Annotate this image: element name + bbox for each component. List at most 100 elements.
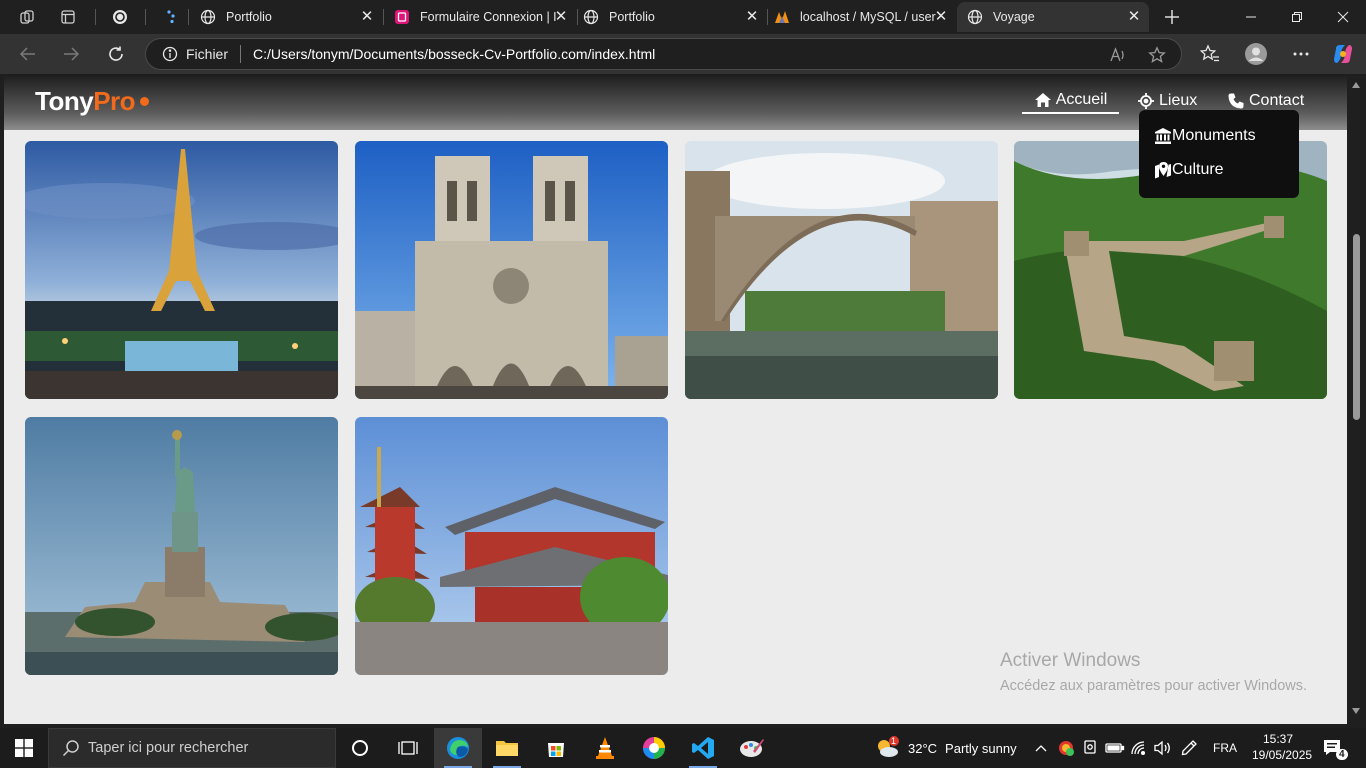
scroll-up-arrow-icon[interactable] bbox=[1352, 82, 1360, 88]
tab-actions-icon[interactable] bbox=[55, 5, 81, 29]
microsoft-store-icon[interactable] bbox=[532, 728, 580, 768]
phone-icon bbox=[1228, 93, 1244, 109]
refresh-icon[interactable] bbox=[101, 40, 131, 68]
paint-app-icon[interactable] bbox=[728, 728, 776, 768]
more-options-icon[interactable] bbox=[1286, 40, 1316, 68]
search-icon bbox=[62, 740, 79, 757]
mostar-bridge-photo[interactable] bbox=[685, 141, 998, 399]
clock-time: 15:37 bbox=[1262, 732, 1294, 746]
site-logo[interactable]: TonyPro bbox=[35, 86, 150, 117]
page-viewport: TonyPro Accueil Lieux Contact Monuments … bbox=[4, 74, 1347, 724]
favorite-star-icon[interactable] bbox=[1148, 46, 1166, 64]
clock-date: 19/05/2025 bbox=[1252, 748, 1313, 762]
close-tab-icon[interactable]: ✕ bbox=[934, 9, 948, 24]
map-marker-icon bbox=[1155, 162, 1171, 179]
windows-start-icon[interactable] bbox=[0, 728, 48, 768]
dropdown-label: Culture bbox=[1172, 161, 1224, 178]
scheme-label: Fichier bbox=[186, 46, 229, 62]
logo-dot bbox=[140, 97, 150, 106]
tab-title: Portfolio bbox=[609, 10, 655, 24]
activate-windows-watermark: Activer Windows Accédez aux paramètres p… bbox=[1000, 650, 1307, 694]
new-tab-icon[interactable] bbox=[1159, 5, 1185, 29]
security-tray-icon[interactable] bbox=[1057, 728, 1075, 768]
file-explorer-icon[interactable] bbox=[483, 728, 531, 768]
home-icon bbox=[1034, 93, 1051, 107]
edge-taskbar-icon[interactable] bbox=[434, 728, 482, 768]
close-tab-icon[interactable]: ✕ bbox=[745, 9, 759, 24]
nav-label: Lieux bbox=[1159, 92, 1198, 109]
browser-toolbar: Fichier C:/Users/tonym/Documents/bosseck… bbox=[0, 34, 1366, 74]
logo-text-pro: Pro bbox=[93, 86, 136, 116]
address-bar[interactable]: Fichier C:/Users/tonym/Documents/bosseck… bbox=[145, 38, 1182, 70]
scroll-down-arrow-icon[interactable] bbox=[1352, 708, 1360, 714]
globe-icon bbox=[200, 9, 216, 25]
chatgpt-pinned-tab-icon[interactable] bbox=[107, 5, 133, 29]
notre-dame-photo[interactable] bbox=[355, 141, 668, 399]
dropdown-label: Monuments bbox=[1172, 127, 1256, 144]
pen-icon[interactable] bbox=[1180, 728, 1198, 768]
read-aloud-icon[interactable] bbox=[1109, 46, 1127, 64]
copilot-icon[interactable] bbox=[1328, 40, 1358, 68]
forward-arrow-icon[interactable] bbox=[56, 40, 86, 68]
notifications-icon[interactable]: 4 bbox=[1323, 728, 1348, 768]
weather-temp: 32°C bbox=[908, 740, 938, 756]
page-scrollbar[interactable] bbox=[1347, 74, 1366, 724]
close-window-icon[interactable] bbox=[1320, 0, 1366, 34]
device-tray-icon[interactable] bbox=[1082, 728, 1098, 768]
volume-icon[interactable] bbox=[1153, 728, 1171, 768]
tab-portfolio-1[interactable]: Portfolio ✕ bbox=[190, 2, 382, 32]
language-indicator[interactable]: FRA bbox=[1213, 728, 1237, 768]
phpmyadmin-icon bbox=[774, 9, 790, 25]
close-tab-icon[interactable]: ✕ bbox=[360, 9, 374, 24]
tab-formulaire-connexion[interactable]: Formulaire Connexion | I ✕ bbox=[384, 2, 576, 32]
info-icon[interactable] bbox=[162, 46, 178, 62]
minimize-icon[interactable] bbox=[1228, 0, 1274, 34]
nav-accueil[interactable]: Accueil bbox=[1022, 90, 1119, 114]
color-app-icon[interactable] bbox=[630, 728, 678, 768]
pinned-site-icon[interactable] bbox=[158, 5, 184, 29]
taskbar-search-box[interactable]: Taper ici pour rechercher bbox=[48, 728, 336, 768]
watermark-subtitle: Accédez aux paramètres pour activer Wind… bbox=[1000, 678, 1308, 694]
tab-title: localhost / MySQL / user bbox=[800, 10, 936, 24]
show-hidden-icons-chevron-icon[interactable] bbox=[1034, 728, 1048, 768]
location-icon bbox=[1138, 93, 1154, 109]
lieux-dropdown-menu: Monuments Culture bbox=[1139, 110, 1299, 198]
sensoji-temple-photo[interactable] bbox=[355, 417, 668, 675]
back-arrow-icon[interactable] bbox=[13, 40, 43, 68]
tab-phpmyadmin[interactable]: localhost / MySQL / user ✕ bbox=[764, 2, 956, 32]
task-view-icon[interactable] bbox=[384, 728, 432, 768]
vlc-icon[interactable] bbox=[581, 728, 629, 768]
notification-count: 4 bbox=[1336, 749, 1348, 760]
tab-voyage[interactable]: Voyage ✕ bbox=[957, 2, 1149, 32]
tab-portfolio-2[interactable]: Portfolio ✕ bbox=[573, 2, 767, 32]
dropdown-item-culture[interactable]: Culture bbox=[1154, 159, 1224, 181]
dropdown-item-monuments[interactable]: Monuments bbox=[1154, 125, 1256, 147]
taskbar-clock[interactable]: 15:37 19/05/2025 bbox=[1252, 731, 1313, 763]
landmark-icon bbox=[1155, 128, 1171, 144]
battery-icon[interactable] bbox=[1105, 728, 1125, 768]
weather-widget[interactable]: 1 32°C Partly sunny bbox=[874, 728, 1017, 768]
cortana-icon[interactable] bbox=[336, 728, 384, 768]
wifi-icon[interactable] bbox=[1130, 728, 1148, 768]
close-tab-icon[interactable]: ✕ bbox=[554, 9, 568, 24]
nav-label: Accueil bbox=[1055, 91, 1108, 108]
favorites-icon[interactable] bbox=[1195, 40, 1225, 68]
statue-of-liberty-photo[interactable] bbox=[25, 417, 338, 675]
nav-contact[interactable]: Contact bbox=[1227, 90, 1304, 112]
restore-icon[interactable] bbox=[1274, 0, 1320, 34]
nav-lieux[interactable]: Lieux bbox=[1137, 90, 1197, 112]
watermark-title: Activer Windows bbox=[1000, 650, 1141, 671]
workspaces-icon[interactable] bbox=[14, 5, 40, 29]
tab-title: Portfolio bbox=[226, 10, 272, 24]
tab-title: Formulaire Connexion | I bbox=[420, 10, 557, 24]
tab-title: Voyage bbox=[993, 10, 1035, 24]
vscode-icon[interactable] bbox=[679, 728, 727, 768]
search-placeholder: Taper ici pour rechercher bbox=[88, 740, 249, 756]
eiffel-tower-photo[interactable] bbox=[25, 141, 338, 399]
url-text[interactable]: C:/Users/tonym/Documents/bosseck-Cv-Port… bbox=[253, 46, 655, 62]
scrollbar-thumb[interactable] bbox=[1353, 234, 1360, 420]
profile-avatar-icon[interactable] bbox=[1241, 40, 1271, 68]
formulaire-site-icon bbox=[394, 9, 410, 25]
globe-icon bbox=[583, 9, 599, 25]
close-tab-icon[interactable]: ✕ bbox=[1127, 9, 1141, 24]
